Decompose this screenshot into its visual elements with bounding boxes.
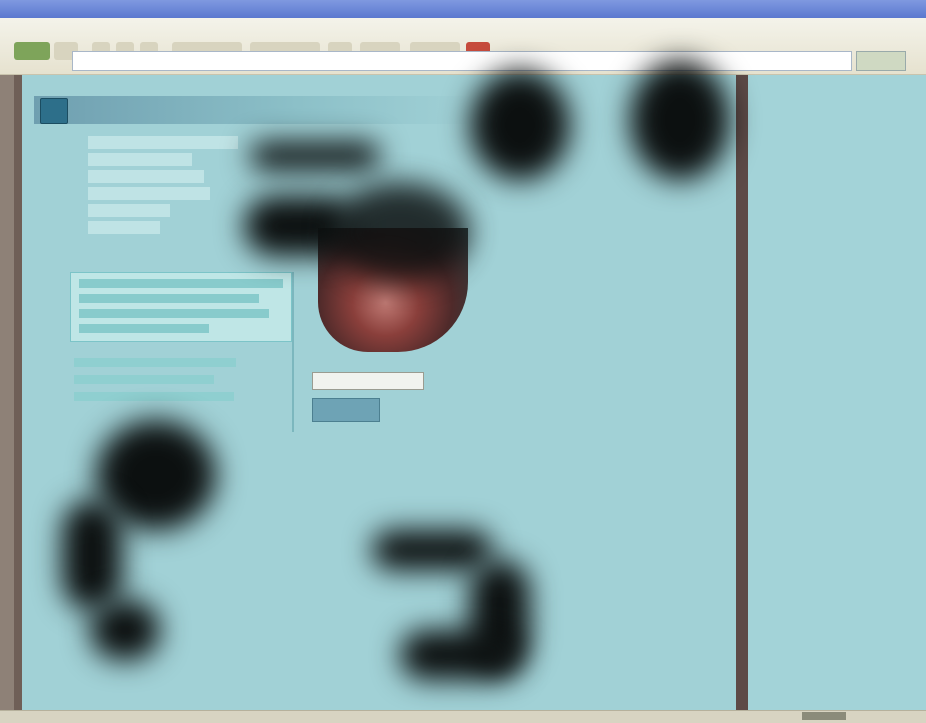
- side-menu: [88, 136, 244, 234]
- left-frame-edge: [14, 75, 22, 710]
- column-divider: [292, 272, 294, 432]
- redaction-blob: [470, 70, 570, 180]
- text-line: [74, 392, 234, 401]
- redaction-blob: [62, 500, 122, 610]
- address-bar[interactable]: [72, 51, 852, 71]
- text-line: [74, 375, 214, 384]
- right-empty-area: [748, 75, 926, 710]
- back-button[interactable]: [14, 42, 50, 60]
- redaction-blob: [90, 600, 160, 660]
- redaction-blob: [400, 630, 520, 680]
- status-bar: [0, 710, 926, 723]
- text-line: [79, 294, 259, 303]
- text-line: [79, 309, 269, 318]
- info-box: [70, 272, 292, 342]
- text-line: [79, 324, 209, 333]
- site-logo-icon[interactable]: [40, 98, 68, 124]
- title-bar: [0, 0, 926, 18]
- text-line: [74, 358, 236, 367]
- redaction-blob: [250, 142, 380, 170]
- menu-item[interactable]: [88, 187, 210, 200]
- left-frame-border: [0, 75, 14, 710]
- right-frame-border: [736, 75, 748, 710]
- go-button[interactable]: [856, 51, 906, 71]
- site-header: [34, 96, 474, 124]
- secondary-info-box: [70, 350, 240, 420]
- search-button[interactable]: [312, 398, 380, 422]
- redaction-blob: [330, 182, 470, 282]
- menu-item[interactable]: [88, 170, 204, 183]
- menu-item[interactable]: [88, 136, 238, 149]
- text-line: [79, 279, 283, 288]
- menu-item[interactable]: [88, 204, 170, 217]
- redaction-blob: [372, 530, 492, 570]
- search-input[interactable]: [312, 372, 424, 390]
- menu-item[interactable]: [88, 221, 160, 234]
- security-zone-icon: [802, 712, 846, 720]
- menu-item[interactable]: [88, 153, 192, 166]
- redaction-blob: [630, 60, 730, 180]
